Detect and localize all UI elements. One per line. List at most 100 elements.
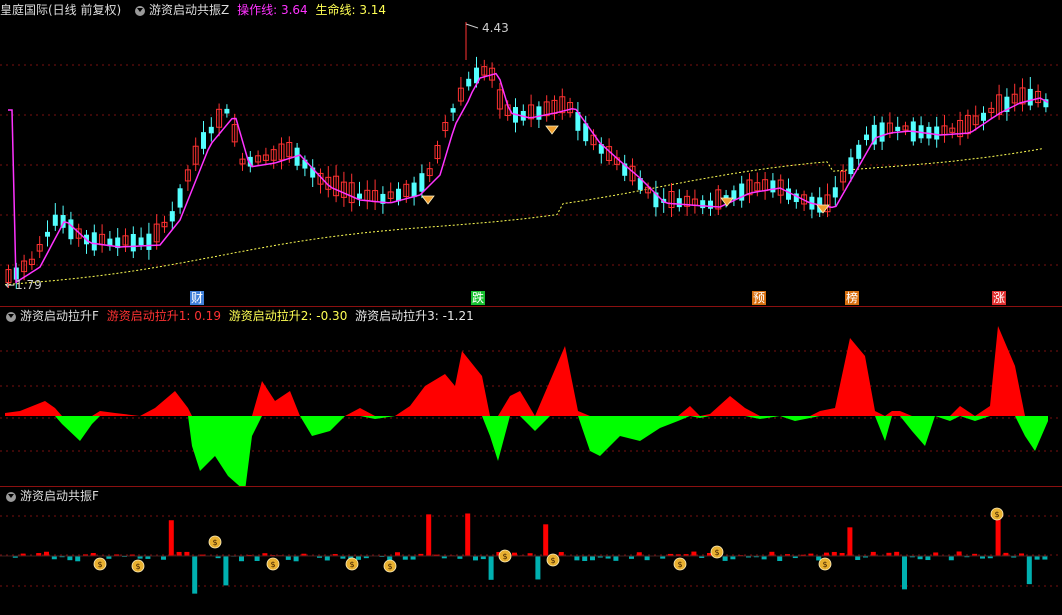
money-bag-glyph: $ xyxy=(822,560,827,569)
resonance-bar xyxy=(176,551,182,556)
resonance-bar xyxy=(395,552,400,556)
price-low-label: ←1.79 xyxy=(5,278,42,292)
resonance-bar xyxy=(512,552,517,556)
lift-panel-header: 游资启动拉升F 游资启动拉升1: 0.19 游资启动拉升2: -0.30 游资启… xyxy=(0,306,478,326)
candle-body xyxy=(700,200,706,209)
money-bag-glyph: $ xyxy=(550,556,555,565)
candle-body xyxy=(146,233,152,250)
candle-body xyxy=(357,193,362,199)
money-bag-glyph: $ xyxy=(714,548,719,557)
money-bag-glyph: $ xyxy=(502,552,507,561)
lift3-label-text: 游资启动拉升3: xyxy=(355,309,443,323)
lift-indicator-panel[interactable]: 游资启动拉升F 游资启动拉升1: 0.19 游资启动拉升2: -0.30 游资启… xyxy=(0,306,1062,486)
resonance-panel-header: 游资启动共振F xyxy=(0,486,103,506)
resonance-bar xyxy=(239,556,244,562)
resonance-bar xyxy=(535,556,541,580)
resonance-bar xyxy=(356,556,361,560)
resonance-bar xyxy=(44,551,49,556)
resonance-bar xyxy=(67,556,73,561)
resonance-bar xyxy=(956,551,962,556)
resonance-bar xyxy=(574,556,580,561)
candle-body xyxy=(770,180,776,193)
dropdown-icon[interactable] xyxy=(135,5,146,16)
resonance-bar xyxy=(184,551,190,556)
resonance-bar xyxy=(902,556,907,590)
lift-area-up xyxy=(5,326,1048,416)
resonance-bar xyxy=(410,556,416,560)
resonance-bar xyxy=(488,556,494,580)
lift-indicator-chart[interactable] xyxy=(0,306,1062,486)
lift1-label: 游资启动拉升1: 0.19 xyxy=(107,309,221,323)
resonance-bar xyxy=(465,513,471,556)
candle-body xyxy=(130,233,136,252)
candle-body xyxy=(224,108,230,114)
money-bag-glyph: $ xyxy=(212,538,217,547)
resonance-bar xyxy=(582,556,588,562)
marker-cai[interactable]: 财 xyxy=(190,291,205,305)
marker-yu[interactable]: 预 xyxy=(752,291,767,305)
high-pointer xyxy=(465,23,479,29)
resonance-bar xyxy=(161,556,166,560)
resonance-bar xyxy=(285,556,291,560)
price-low-value: 1.79 xyxy=(15,278,42,292)
resonance-panel[interactable]: $ $ $ $ $ $ $ $ $ $ $ $ 游资启动共振F xyxy=(0,486,1062,615)
candle-body xyxy=(786,188,791,200)
money-bag-glyph: $ xyxy=(97,560,102,569)
resonance-bar xyxy=(933,552,939,556)
resonance-title[interactable]: 游资启动共振F xyxy=(20,489,99,503)
resonance-bar xyxy=(324,556,330,561)
marker-bang[interactable]: 榜 xyxy=(845,291,860,305)
resonance-bar xyxy=(644,556,650,561)
resonance-bar xyxy=(636,552,642,556)
diamond-icon xyxy=(545,125,559,135)
resonance-bar xyxy=(168,520,174,556)
candle-body xyxy=(832,187,838,198)
price-panel[interactable]: 皇庭国际(日线 前复权) 游资启动共振Z 操作线: 3.64 生命线: 3.14… xyxy=(0,0,1062,306)
resonance-bar xyxy=(543,524,549,556)
resonance-bar xyxy=(75,556,81,562)
op-line-label: 操作线: 3.64 xyxy=(237,3,308,17)
lift1-value: 0.19 xyxy=(194,309,221,323)
candle-body xyxy=(848,157,854,175)
dropdown-icon[interactable] xyxy=(6,491,16,502)
indicator-name[interactable]: 游资启动共振Z xyxy=(149,3,229,17)
candle-body xyxy=(981,112,986,121)
candle-body xyxy=(91,232,97,251)
resonance-bar xyxy=(761,556,767,560)
candle-body xyxy=(138,237,144,246)
life-line-label-text: 生命线: xyxy=(315,3,360,17)
price-chart[interactable] xyxy=(0,0,1062,306)
candle-body xyxy=(864,134,869,141)
dropdown-icon[interactable] xyxy=(6,311,16,322)
lift1-label-text: 游资启动拉升1: xyxy=(106,309,195,323)
candle-body xyxy=(1027,88,1033,106)
resonance-bar xyxy=(293,556,299,562)
candle-body xyxy=(45,231,50,237)
resonance-bar xyxy=(948,556,954,561)
lift3-value: -1.21 xyxy=(442,309,474,323)
resonance-bar xyxy=(223,556,229,586)
lift2-label: 游资启动拉升2: -0.30 xyxy=(229,309,348,323)
money-bag-glyph: $ xyxy=(135,562,140,571)
ma-line xyxy=(8,72,1049,284)
resonance-bar xyxy=(831,551,837,556)
candle-body xyxy=(411,182,417,198)
lift3-label: 游资启动拉升3: -1.21 xyxy=(355,309,474,323)
lift2-value: -0.30 xyxy=(316,309,348,323)
resonance-bar xyxy=(824,552,829,556)
resonance-bar xyxy=(691,551,697,556)
marker-die[interactable]: 跌 xyxy=(471,291,486,305)
money-bag-glyph: $ xyxy=(387,562,392,571)
candle-body xyxy=(68,219,74,240)
candle-body xyxy=(450,108,456,113)
money-bag-glyph: $ xyxy=(994,510,999,519)
lift-title[interactable]: 游资启动拉升F xyxy=(20,309,99,323)
candle-body xyxy=(466,78,472,87)
resonance-chart[interactable]: $ $ $ $ $ $ $ $ $ $ $ $ xyxy=(0,486,1062,615)
resonance-bar xyxy=(590,556,595,561)
marker-zhang[interactable]: 涨 xyxy=(992,291,1007,305)
candle-body xyxy=(169,211,175,222)
resonance-bar xyxy=(1042,556,1048,560)
candle-body xyxy=(177,188,183,208)
candle-body xyxy=(856,144,862,159)
